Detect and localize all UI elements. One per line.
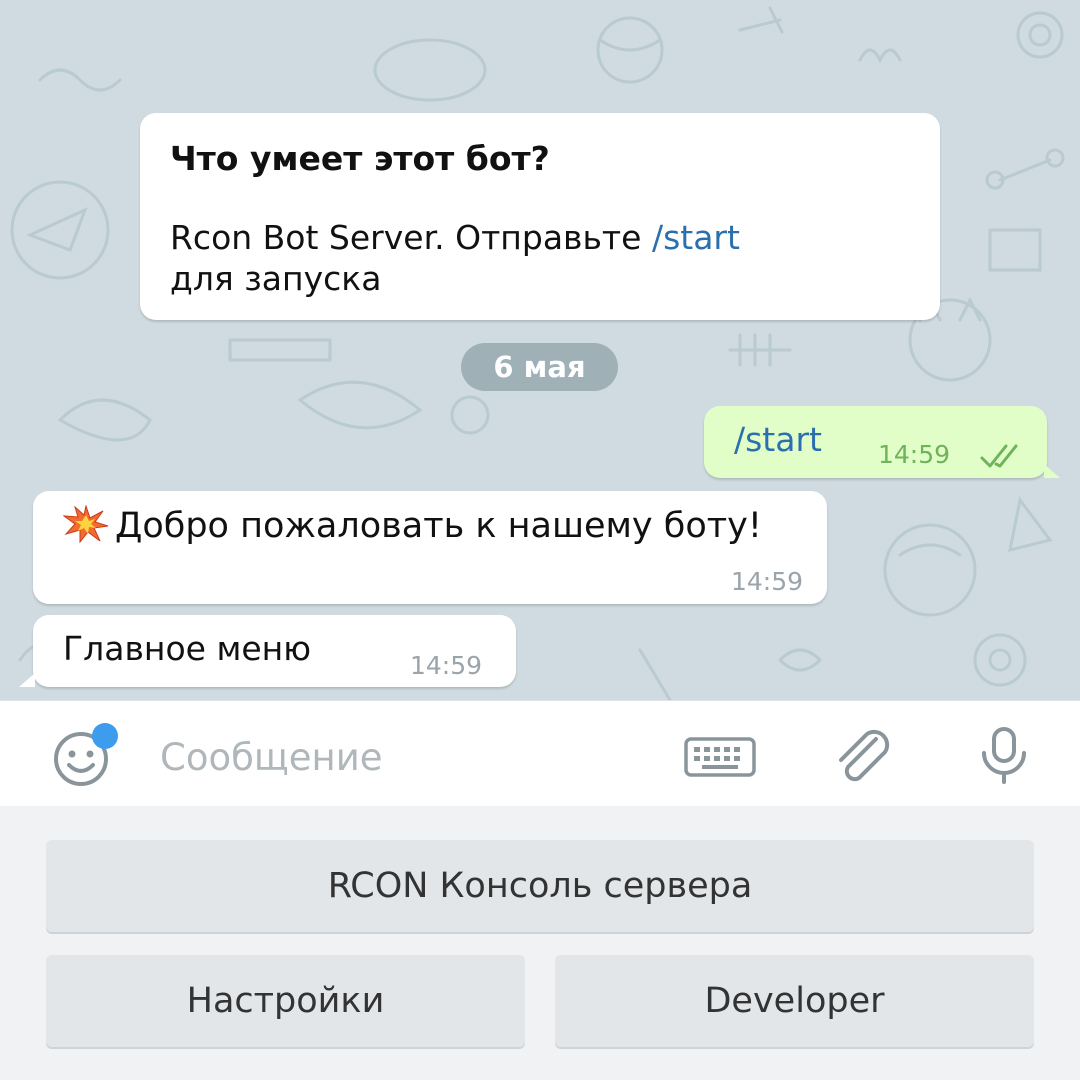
info-card-body: Rcon Bot Server. Отправьте /start для за…: [170, 217, 910, 299]
outgoing-message-text: /start: [734, 420, 822, 459]
keyboard-icon[interactable]: [684, 737, 756, 777]
welcome-message-body: Добро пожаловать к нашему боту!: [63, 503, 783, 549]
outgoing-message-time: 14:59: [878, 440, 951, 469]
main-menu-message-time: 14:59: [410, 651, 483, 680]
collision-emoji-icon: [63, 505, 109, 543]
date-divider: 6 мая: [461, 343, 618, 391]
incoming-bubble-tail: [19, 673, 35, 687]
outgoing-bubble-tail: [1044, 464, 1060, 478]
rcon-console-button[interactable]: RCON Консоль сервера: [46, 840, 1034, 932]
info-card-title: Что умеет этот бот?: [170, 139, 550, 178]
settings-button[interactable]: Настройки: [46, 955, 525, 1047]
welcome-message-text: Добро пожаловать к нашему боту!: [115, 506, 762, 546]
start-command-link[interactable]: /start: [652, 218, 740, 257]
developer-button[interactable]: Developer: [555, 955, 1034, 1047]
bot-reply-keyboard: RCON Консоль сервера Настройки Developer: [0, 806, 1080, 1080]
microphone-icon[interactable]: [976, 725, 1032, 785]
paperclip-icon[interactable]: [830, 727, 896, 783]
double-check-icon: [980, 444, 1018, 468]
chat-area: Что умеет этот бот? Rcon Bot Server. Отп…: [0, 0, 1080, 700]
info-card-text: Rcon Bot Server. Отправьте: [170, 218, 652, 257]
info-card-text-suffix: для запуска: [170, 259, 382, 298]
welcome-message-time: 14:59: [730, 567, 803, 596]
message-input[interactable]: [158, 731, 652, 783]
bot-info-card: Что умеет этот бот? Rcon Bot Server. Отп…: [140, 113, 940, 320]
main-menu-message-text: Главное меню: [63, 629, 311, 668]
message-composer: [0, 700, 1080, 807]
main-menu-message[interactable]: Главное меню 14:59: [33, 615, 516, 687]
notification-badge: [92, 723, 118, 749]
welcome-message[interactable]: Добро пожаловать к нашему боту! 14:59: [33, 491, 827, 604]
outgoing-message[interactable]: /start 14:59: [704, 406, 1047, 478]
